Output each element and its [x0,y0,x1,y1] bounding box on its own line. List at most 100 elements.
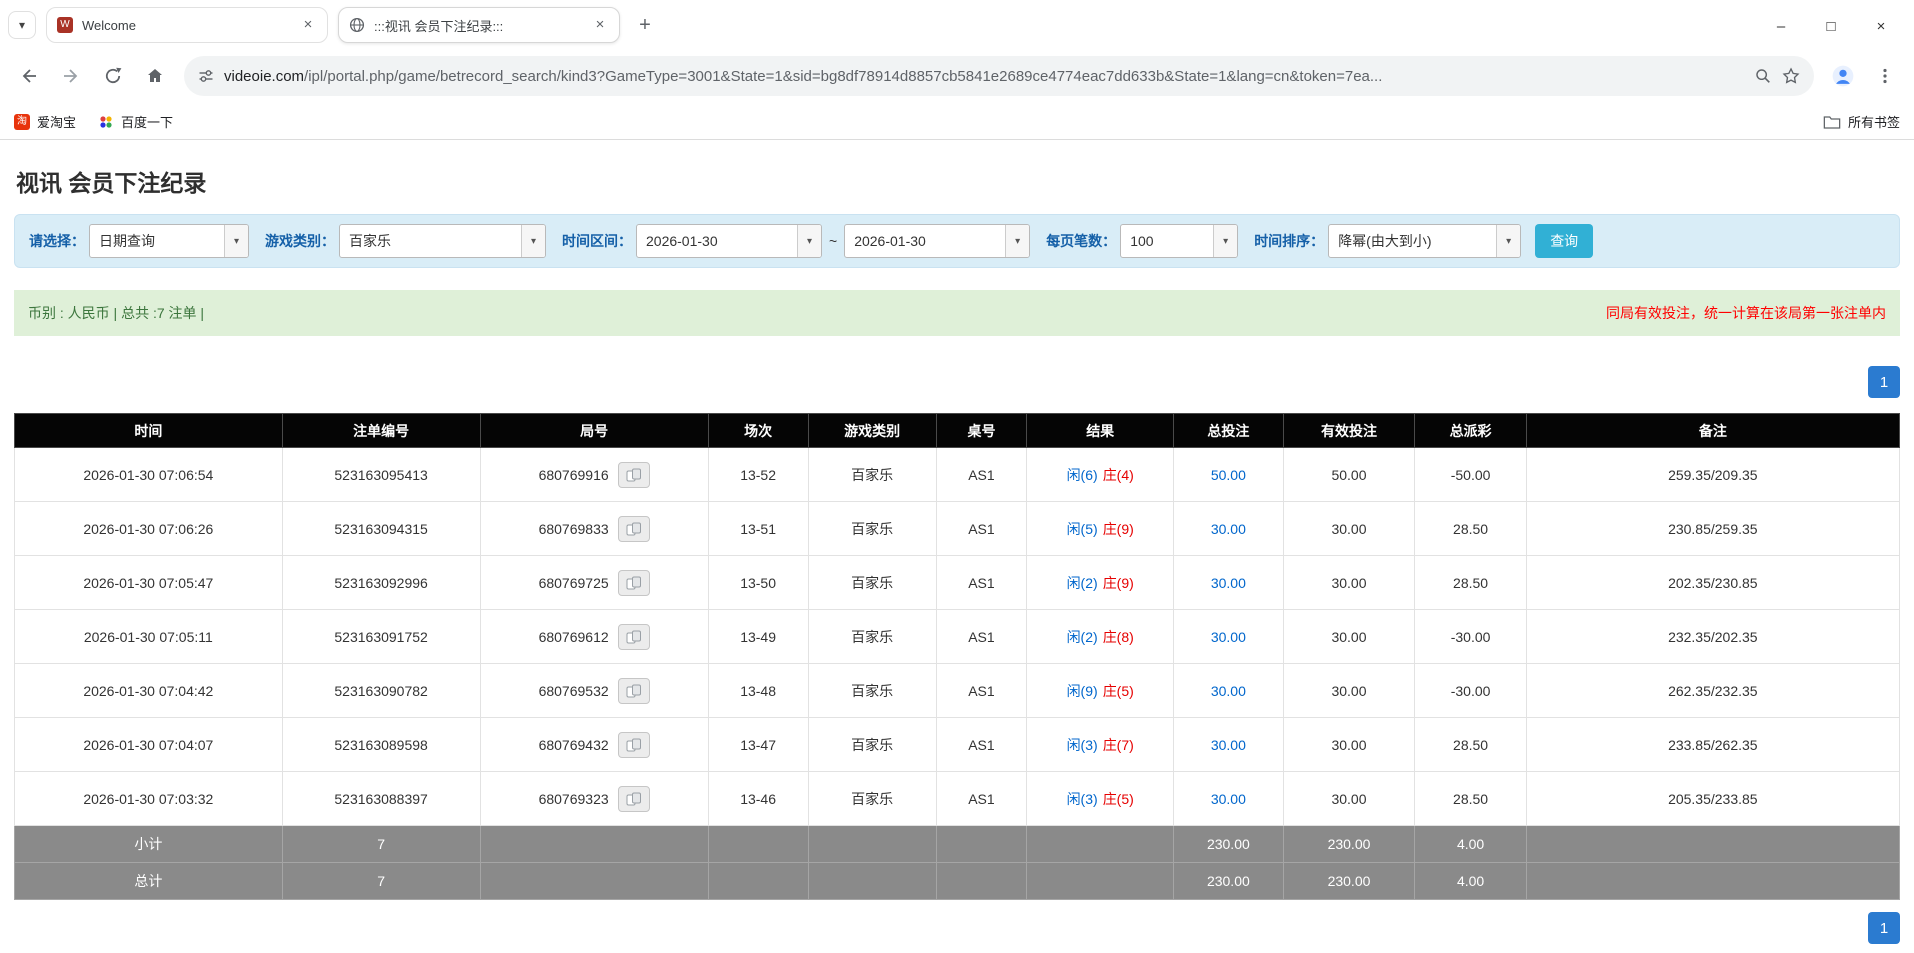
valid-bet-notice-text: 同局有效投注，统一计算在该局第一张注单内 [1606,303,1886,323]
refresh-button[interactable] [94,57,132,95]
total-bet-value[interactable]: 30.00 [1211,737,1246,753]
query-type-combobox[interactable]: ▾ [89,224,249,258]
result-banker: 庄(7) [1103,737,1134,753]
cell-payout: -50.00 [1415,448,1526,502]
result-banker: 庄(5) [1103,683,1134,699]
total-bet-value[interactable]: 30.00 [1211,521,1246,537]
total-bet-value[interactable]: 50.00 [1211,467,1246,483]
query-type-input[interactable] [90,225,224,257]
all-bookmarks-button[interactable]: 所有书签 [1823,112,1900,131]
bookmark-baidu[interactable]: 百度一下 [98,112,173,131]
total-bet-value[interactable]: 30.00 [1211,683,1246,699]
profile-avatar[interactable] [1824,57,1862,95]
footer-empty [936,863,1026,900]
view-result-button[interactable] [618,516,650,542]
cell-game: 百家乐 [808,610,936,664]
date-from-combobox[interactable]: ▾ [636,224,822,258]
tab-welcome[interactable]: W Welcome × [46,7,328,43]
cell-result: 闲(9)庄(5) [1027,664,1174,718]
new-tab-button[interactable]: + [630,10,660,40]
tab-betrecord[interactable]: :::视讯 会员下注纪录::: × [338,7,620,43]
browser-toolbar: videoie.com/ipl/portal.php/game/betrecor… [0,48,1914,104]
date-from-input[interactable] [637,225,797,257]
page-size-input[interactable] [1121,225,1213,257]
minimize-button[interactable]: – [1756,6,1806,46]
sort-order-combobox[interactable]: ▾ [1328,224,1521,258]
bet-records-table: 时间注单编号局号场次游戏类别桌号结果总投注有效投注总派彩备注 2026-01-3… [14,413,1900,900]
total-bet-value[interactable]: 30.00 [1211,791,1246,807]
cell-table: AS1 [936,772,1026,826]
back-button[interactable] [10,57,48,95]
maximize-button[interactable]: □ [1806,6,1856,46]
chevron-down-icon[interactable]: ▾ [797,225,821,257]
view-result-button[interactable] [618,732,650,758]
view-result-button[interactable] [618,786,650,812]
chevron-down-icon[interactable]: ▾ [1005,225,1029,257]
round-number: 680769532 [539,683,609,699]
close-window-button[interactable]: × [1856,6,1906,46]
total-bet-value[interactable]: 30.00 [1211,629,1246,645]
game-type-input[interactable] [340,225,521,257]
cell-valid-bet: 30.00 [1283,772,1415,826]
cell-total-bet: 30.00 [1174,556,1283,610]
cell-game: 百家乐 [808,664,936,718]
cell-remark: 232.35/202.35 [1526,610,1899,664]
column-header: 结果 [1027,414,1174,448]
date-range-separator: ~ [829,233,837,249]
all-bookmarks-label: 所有书签 [1848,112,1900,131]
zoom-icon[interactable] [1754,67,1772,85]
game-type-combobox[interactable]: ▾ [339,224,546,258]
column-header: 时间 [15,414,283,448]
footer-count: 7 [282,863,480,900]
cell-bet-id: 523163091752 [282,610,480,664]
total-bet-value[interactable]: 30.00 [1211,575,1246,591]
pagination-page-button[interactable]: 1 [1868,912,1900,944]
result-player: 闲(5) [1067,521,1098,537]
close-tab-icon[interactable]: × [591,16,609,34]
result-banker: 庄(9) [1103,575,1134,591]
view-result-button[interactable] [618,570,650,596]
page-size-combobox[interactable]: ▾ [1120,224,1238,258]
result-player: 闲(3) [1067,737,1098,753]
cell-total-bet: 30.00 [1174,718,1283,772]
page-size-label: 每页笔数： [1046,231,1116,251]
table-row: 2026-01-30 07:05:11 523163091752 6807696… [15,610,1900,664]
column-header: 有效投注 [1283,414,1415,448]
footer-empty [480,826,708,863]
query-button[interactable]: 查询 [1535,224,1593,258]
date-to-input[interactable] [845,225,1005,257]
cell-remark: 202.35/230.85 [1526,556,1899,610]
close-tab-icon[interactable]: × [299,16,317,34]
chevron-down-icon[interactable]: ▾ [224,225,248,257]
browser-menu-button[interactable] [1866,57,1904,95]
chevron-down-icon[interactable]: ▾ [1496,225,1520,257]
view-result-button[interactable] [618,624,650,650]
cell-table: AS1 [936,556,1026,610]
tab-search-button[interactable]: ▾ [8,11,36,39]
folder-icon [1823,114,1841,130]
bookmark-star-icon[interactable] [1782,67,1800,85]
site-settings-icon[interactable] [198,68,214,84]
chevron-down-icon[interactable]: ▾ [521,225,545,257]
cell-table: AS1 [936,502,1026,556]
url-text[interactable]: videoie.com/ipl/portal.php/game/betrecor… [224,68,1744,85]
taobao-icon: 淘 [14,114,30,130]
cell-bet-id: 523163089598 [282,718,480,772]
home-button[interactable] [136,57,174,95]
footer-payout: 4.00 [1415,863,1526,900]
chevron-down-icon[interactable]: ▾ [1213,225,1237,257]
pagination-top: 1 [14,366,1900,398]
date-to-combobox[interactable]: ▾ [844,224,1030,258]
select-filter-label: 请选择： [29,231,85,251]
cards-icon [626,630,642,644]
view-result-button[interactable] [618,678,650,704]
forward-button[interactable] [52,57,90,95]
footer-empty [1526,826,1899,863]
footer-empty [1526,863,1899,900]
view-result-button[interactable] [618,462,650,488]
sort-order-input[interactable] [1329,225,1496,257]
pagination-page-button[interactable]: 1 [1868,366,1900,398]
address-bar[interactable]: videoie.com/ipl/portal.php/game/betrecor… [184,56,1814,96]
bookmark-aitaobao[interactable]: 淘 爱淘宝 [14,112,76,131]
table-header-row: 时间注单编号局号场次游戏类别桌号结果总投注有效投注总派彩备注 [15,414,1900,448]
